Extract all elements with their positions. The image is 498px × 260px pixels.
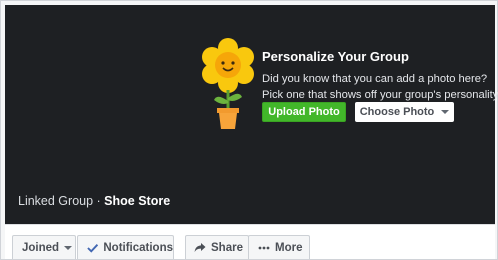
share-arrow-icon (194, 243, 206, 252)
more-label: More (275, 241, 303, 254)
promo-line-1: Did you know that you can add a photo he… (262, 73, 488, 85)
share-label: Share (211, 241, 243, 254)
group-action-bar: Joined Notifications Share More (5, 224, 495, 259)
notifications-button[interactable]: Notifications (77, 235, 174, 259)
more-button[interactable]: More (248, 235, 310, 259)
upload-photo-button[interactable]: Upload Photo (262, 102, 346, 122)
caret-down-icon (64, 245, 73, 250)
checkmark-icon (87, 243, 99, 253)
ellipsis-icon (258, 246, 270, 249)
notifications-label: Notifications (103, 241, 173, 254)
share-button[interactable]: Share (185, 235, 249, 259)
sunflower-pot-icon (202, 38, 254, 129)
caret-down-icon (441, 110, 450, 114)
promo-title: Personalize Your Group (262, 49, 409, 64)
choose-photo-label: Choose Photo (359, 106, 435, 118)
joined-label: Joined (22, 241, 60, 254)
promo-line-2: Pick one that shows off your group's per… (262, 89, 498, 101)
promo-description: Did you know that you can add a photo he… (262, 71, 498, 103)
group-prefix: Linked Group · (18, 194, 105, 208)
group-header-frame: Personalize Your Group Did you know that… (0, 0, 498, 260)
cover-photo-area: Personalize Your Group Did you know that… (5, 5, 498, 224)
joined-button[interactable]: Joined (12, 235, 76, 259)
group-name-link[interactable]: Shoe Store (104, 194, 170, 208)
group-name-line: Linked Group · Shoe Store (18, 194, 170, 208)
choose-photo-button[interactable]: Choose Photo (355, 102, 454, 122)
